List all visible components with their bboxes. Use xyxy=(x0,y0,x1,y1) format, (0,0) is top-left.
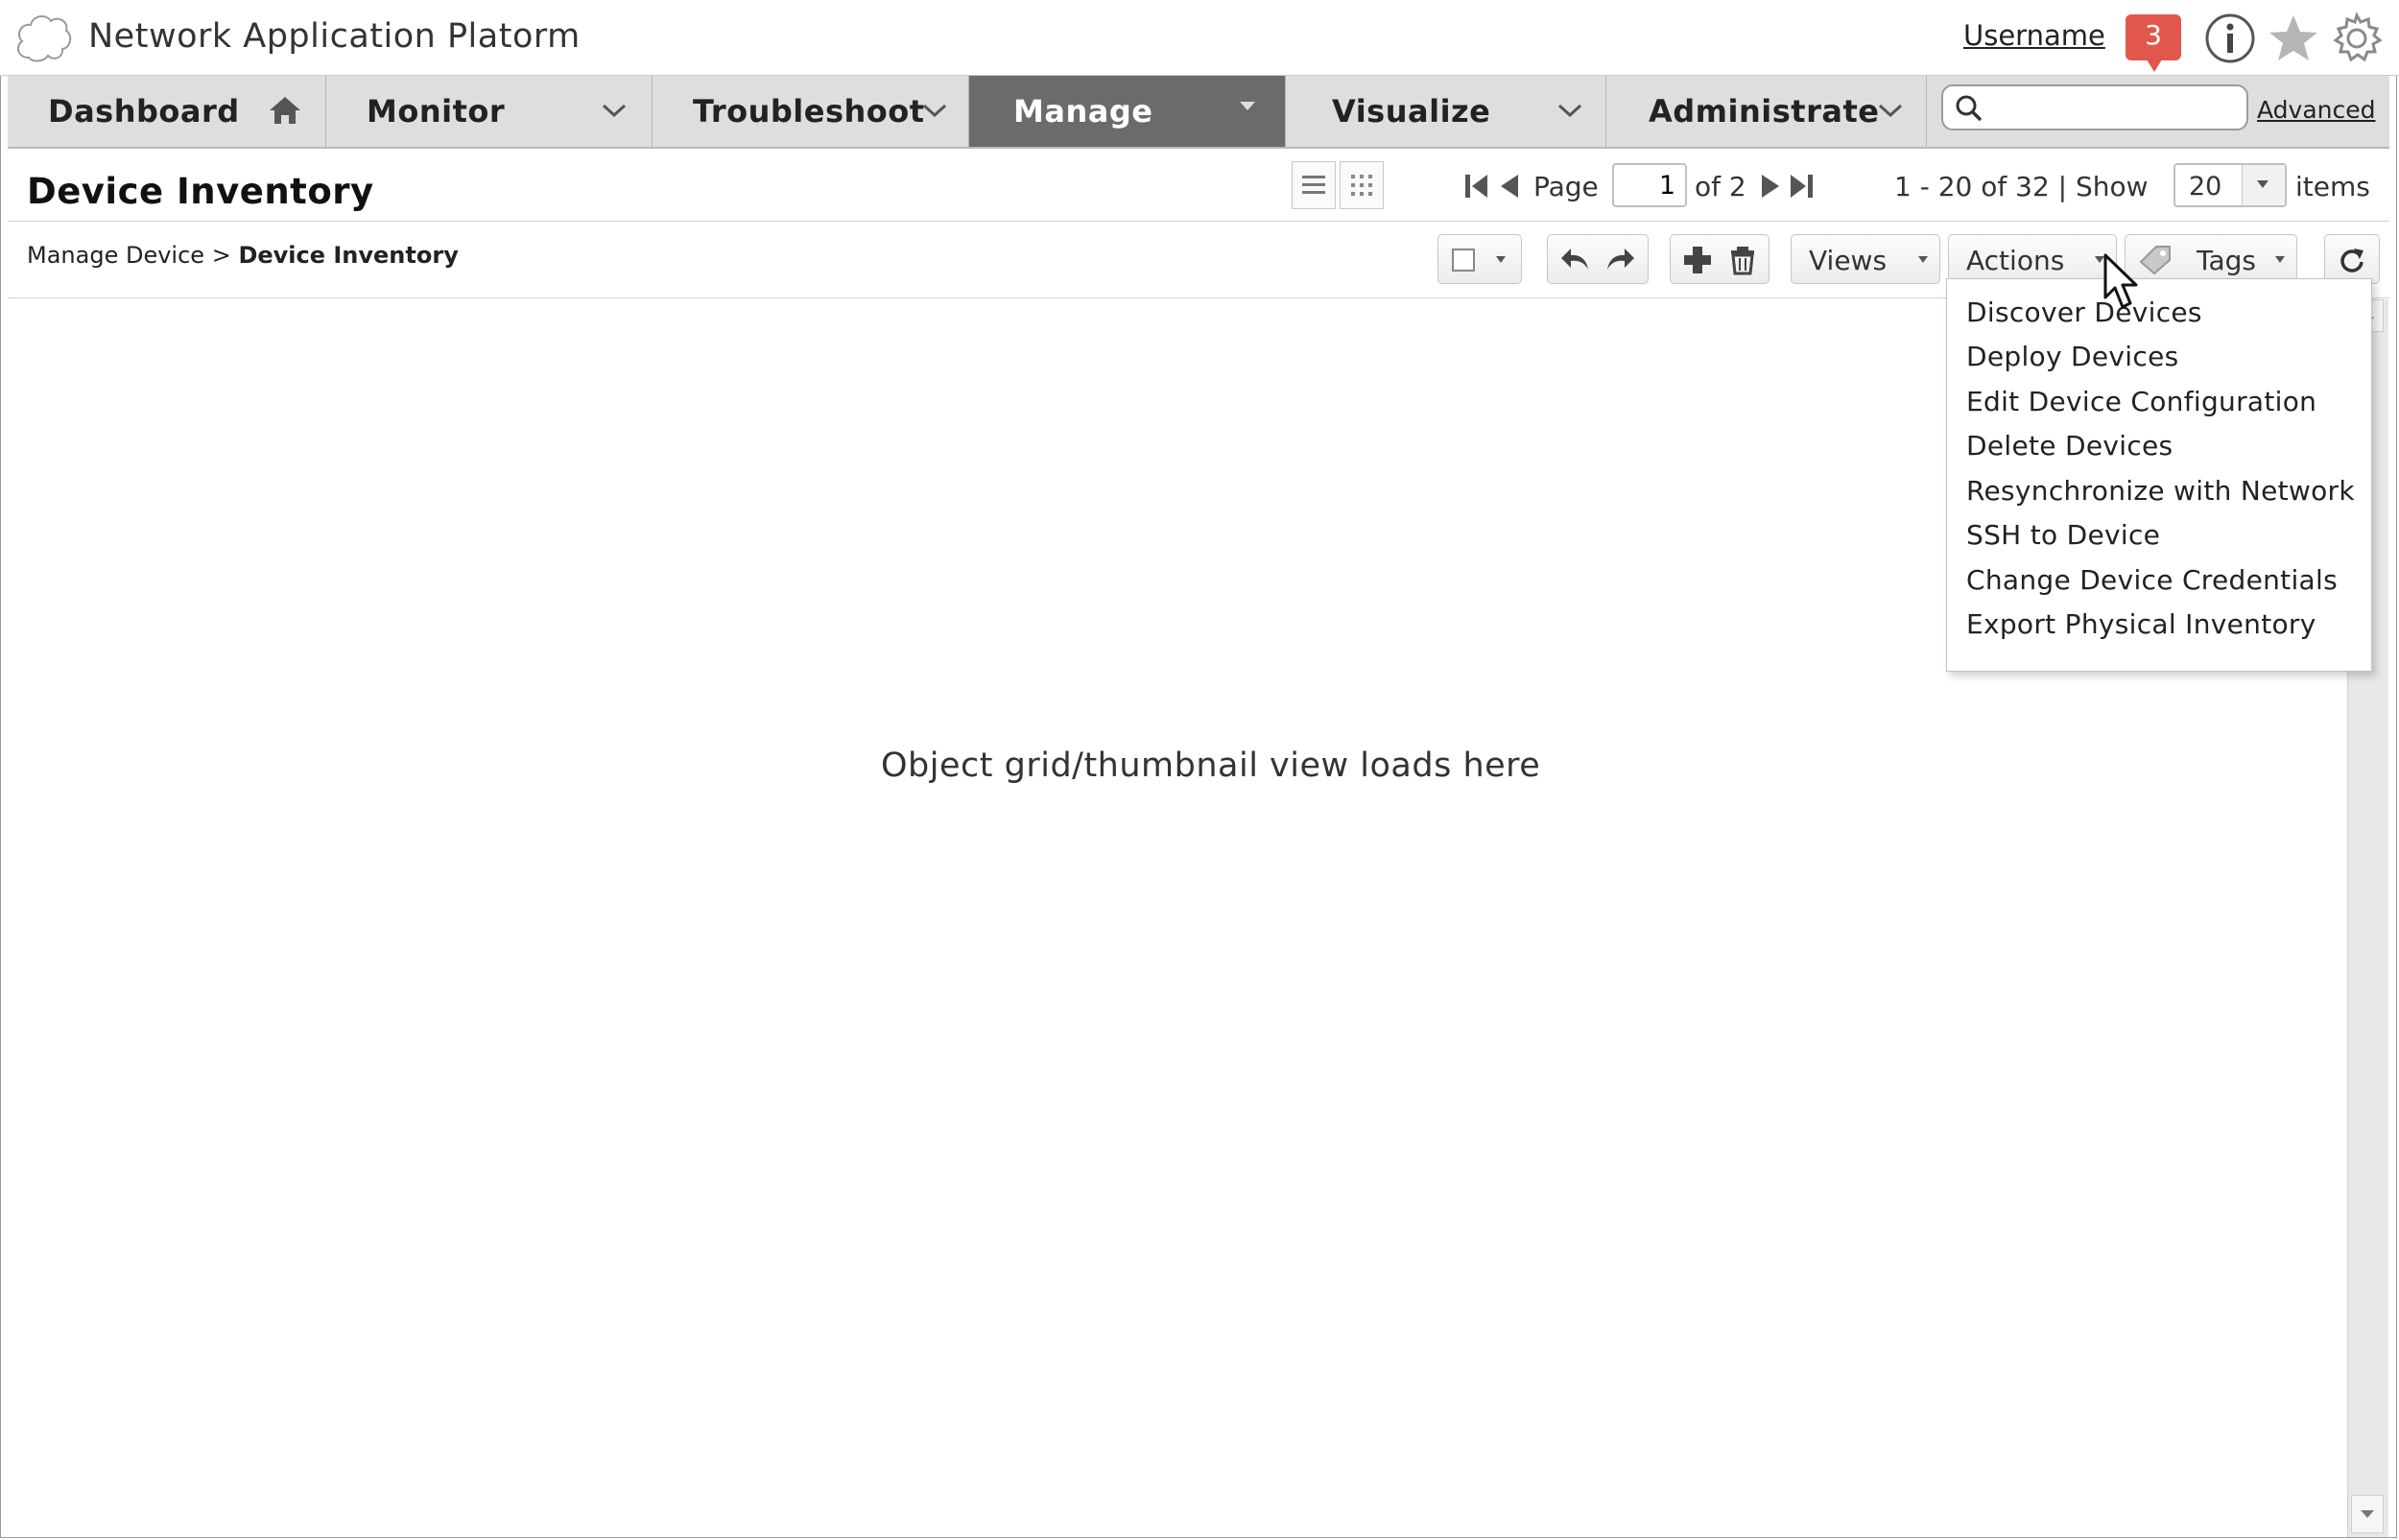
info-icon[interactable] xyxy=(2203,12,2257,65)
caret-down-icon xyxy=(1496,256,1506,263)
search-input[interactable] xyxy=(1993,92,2237,123)
nav-manage-label: Manage xyxy=(1013,93,1153,130)
app-title: Network Application Platorm xyxy=(88,17,581,56)
cloud-logo-icon xyxy=(16,15,72,62)
nav-manage[interactable]: Manage xyxy=(969,76,1286,147)
nav-troubleshoot-label: Troubleshoot xyxy=(693,93,925,130)
search-icon xyxy=(1956,95,1983,122)
chevron-down-icon xyxy=(1557,104,1582,118)
page-total-label: of 2 xyxy=(1695,171,1746,202)
tags-label: Tags xyxy=(2197,245,2256,276)
undo-redo-group xyxy=(1547,234,1649,284)
views-label: Views xyxy=(1809,245,1888,276)
menu-item-delete-devices[interactable]: Delete Devices xyxy=(1966,430,2173,462)
menu-item-change-device-credentials[interactable]: Change Device Credentials xyxy=(1966,564,2338,596)
page-label: Page xyxy=(1533,171,1599,202)
search-field[interactable] xyxy=(1941,84,2248,130)
nav-troubleshoot[interactable]: Troubleshoot xyxy=(653,76,969,147)
mouse-cursor-icon xyxy=(2103,253,2138,309)
chevron-down-icon xyxy=(922,104,947,118)
chevron-down-icon xyxy=(602,104,627,118)
redo-icon[interactable] xyxy=(1603,245,1636,273)
items-per-page-value: 20 xyxy=(2189,172,2222,201)
items-per-page-dropdown-button[interactable] xyxy=(2242,165,2285,205)
header-divider xyxy=(8,221,2389,222)
nav-monitor[interactable]: Monitor xyxy=(326,76,653,147)
caret-down-icon xyxy=(2257,180,2268,188)
star-icon[interactable] xyxy=(2267,12,2320,65)
grid-view-icon xyxy=(1351,175,1372,196)
menu-item-resynchronize-with-network[interactable]: Resynchronize with Network xyxy=(1966,475,2355,507)
notification-count: 3 xyxy=(2145,19,2162,51)
last-page-icon[interactable] xyxy=(1787,171,1816,201)
menu-item-export-physical-inventory[interactable]: Export Physical Inventory xyxy=(1966,608,2316,640)
breadcrumb-parent-link[interactable]: Manage Device xyxy=(27,242,204,269)
checkbox[interactable] xyxy=(1452,249,1475,272)
previous-page-icon[interactable] xyxy=(1495,171,1524,201)
refresh-button[interactable] xyxy=(2324,234,2380,284)
delete-icon[interactable] xyxy=(1728,245,1757,275)
breadcrumb: Manage Device > Device Inventory xyxy=(27,242,459,269)
nav-administrate-label: Administrate xyxy=(1649,93,1880,130)
username-link[interactable]: Username xyxy=(1963,19,2105,52)
actions-button[interactable]: Actions xyxy=(1948,234,2117,284)
items-label: items xyxy=(2295,171,2370,202)
page-title: Device Inventory xyxy=(27,171,374,212)
menu-item-edit-device-configuration[interactable]: Edit Device Configuration xyxy=(1966,386,2316,417)
add-icon[interactable] xyxy=(1682,245,1713,275)
list-view-icon xyxy=(1302,176,1325,194)
item-range-label: 1 - 20 of 32 | Show xyxy=(1894,171,2149,202)
actions-label: Actions xyxy=(1966,245,2065,276)
refresh-icon xyxy=(2340,249,2363,272)
content-placeholder-message: Object grid/thumbnail view loads here xyxy=(881,746,1541,785)
menu-item-discover-devices[interactable]: Discover Devices xyxy=(1966,296,2202,328)
notification-badge[interactable]: 3 xyxy=(2126,14,2181,72)
menu-item-ssh-to-device[interactable]: SSH to Device xyxy=(1966,519,2160,551)
advanced-search-link[interactable]: Advanced xyxy=(2257,96,2376,124)
nav-dashboard[interactable]: Dashboard xyxy=(8,76,326,147)
page-number-input[interactable] xyxy=(1612,163,1687,207)
nav-administrate[interactable]: Administrate xyxy=(1606,76,1927,147)
first-page-icon[interactable] xyxy=(1462,171,1491,201)
items-per-page-select[interactable]: 20 xyxy=(2173,163,2287,207)
grid-view-button[interactable] xyxy=(1340,161,1384,209)
nav-dashboard-label: Dashboard xyxy=(48,93,240,130)
gear-icon[interactable] xyxy=(2330,12,2384,65)
caret-down-icon xyxy=(2275,256,2285,263)
menu-item-deploy-devices[interactable]: Deploy Devices xyxy=(1966,341,2179,372)
top-bar: Network Application Platorm Username 3 xyxy=(0,0,2399,76)
list-view-button[interactable] xyxy=(1292,161,1336,209)
tags-button[interactable]: Tags xyxy=(2125,234,2297,284)
scroll-down-button[interactable] xyxy=(2351,1495,2384,1533)
home-icon xyxy=(270,97,300,124)
nav-visualize[interactable]: Visualize xyxy=(1286,76,1606,147)
chevron-down-icon xyxy=(1878,104,1903,118)
caret-down-icon xyxy=(1918,256,1928,263)
undo-icon[interactable] xyxy=(1559,245,1592,273)
caret-down-icon xyxy=(2361,1510,2374,1518)
select-all-checkbox-button[interactable] xyxy=(1437,234,1522,284)
actions-dropdown-menu: Discover Devices Deploy Devices Edit Dev… xyxy=(1946,278,2372,672)
caret-down-icon xyxy=(1240,102,1255,110)
breadcrumb-separator: > xyxy=(211,242,231,269)
add-delete-group xyxy=(1670,234,1770,284)
breadcrumb-current: Device Inventory xyxy=(238,242,459,269)
nav-monitor-label: Monitor xyxy=(367,93,506,130)
nav-visualize-label: Visualize xyxy=(1332,93,1491,130)
next-page-icon[interactable] xyxy=(1756,171,1785,201)
views-button[interactable]: Views xyxy=(1791,234,1940,284)
